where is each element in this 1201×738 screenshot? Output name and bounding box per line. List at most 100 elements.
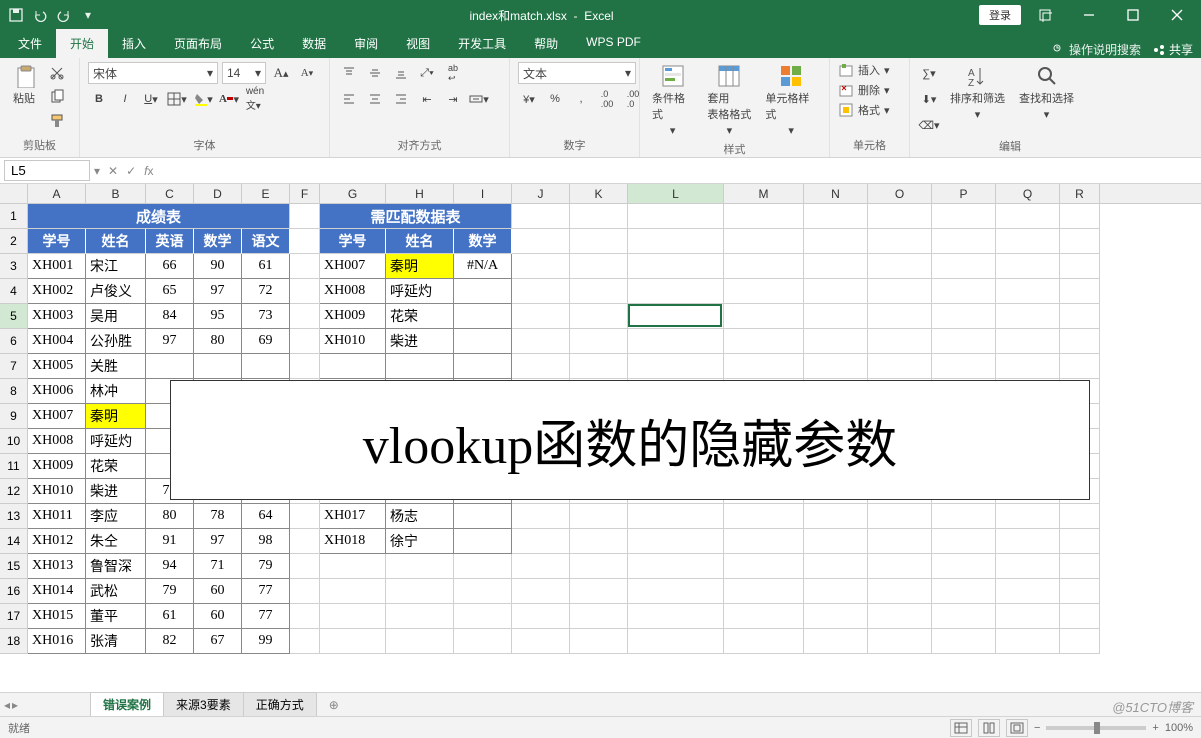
cell[interactable]: 77 [242,579,290,604]
cell[interactable]: XH008 [320,279,386,304]
cell[interactable]: 成绩表 [28,204,290,229]
cell[interactable]: 姓名 [386,229,454,254]
cell[interactable] [1060,354,1100,379]
cell[interactable]: XH007 [320,254,386,279]
cell[interactable]: 97 [194,529,242,554]
cell[interactable] [512,554,570,579]
cell[interactable] [290,329,320,354]
sheet-tab[interactable]: 正确方式 [243,692,317,718]
cell[interactable] [804,554,868,579]
cell[interactable] [570,529,628,554]
cell[interactable]: 语文 [242,229,290,254]
cell[interactable] [996,529,1060,554]
cell[interactable] [320,604,386,629]
row-header[interactable]: 16 [0,579,27,604]
cell[interactable] [242,354,290,379]
increase-font-icon[interactable]: A▴ [270,62,292,84]
cell[interactable] [1060,304,1100,329]
redo-icon[interactable] [56,7,72,23]
cell[interactable] [868,554,932,579]
normal-view-icon[interactable] [950,719,972,737]
cell[interactable] [932,554,996,579]
ribbon-tab-开发工具[interactable]: 开发工具 [444,29,520,58]
cell[interactable] [932,204,996,229]
row-header[interactable]: 9 [0,404,27,429]
cell[interactable] [454,579,512,604]
cell[interactable] [804,304,868,329]
row-header[interactable]: 14 [0,529,27,554]
cell[interactable]: XH009 [320,304,386,329]
cell[interactable] [512,629,570,654]
column-header[interactable]: C [146,184,194,203]
cell[interactable] [996,504,1060,529]
column-header[interactable]: R [1060,184,1100,203]
cell[interactable] [570,629,628,654]
page-break-view-icon[interactable] [1006,719,1028,737]
cancel-formula-icon[interactable]: ✕ [108,164,118,178]
cell[interactable] [454,279,512,304]
cell[interactable] [290,354,320,379]
increase-indent-icon[interactable]: ⇥ [442,88,464,110]
merge-icon[interactable]: ▾ [468,88,490,110]
fx-icon[interactable]: fx [144,164,153,178]
cell[interactable] [724,254,804,279]
cell[interactable] [996,279,1060,304]
cell[interactable]: 95 [194,304,242,329]
cell[interactable] [628,504,724,529]
cell[interactable]: XH017 [320,504,386,529]
sheet-nav-next-icon[interactable]: ▸ [12,698,18,712]
cell[interactable] [932,279,996,304]
cell[interactable]: 67 [194,629,242,654]
column-header[interactable]: A [28,184,86,203]
cell[interactable] [932,529,996,554]
cell[interactable]: 61 [242,254,290,279]
cell[interactable] [868,304,932,329]
ribbon-options-icon[interactable] [1025,0,1065,30]
cell[interactable] [996,629,1060,654]
cell[interactable] [868,629,932,654]
row-header[interactable]: 1 [0,204,27,229]
cell[interactable]: 学号 [28,229,86,254]
cell[interactable] [386,579,454,604]
phonetic-icon[interactable]: wén文▾ [244,88,266,110]
row-header[interactable]: 5 [0,304,27,329]
cell[interactable]: 84 [146,304,194,329]
cell[interactable]: 82 [146,629,194,654]
cell[interactable]: 学号 [320,229,386,254]
autosum-icon[interactable]: ∑▾ [918,62,940,84]
cell[interactable] [724,229,804,254]
cell[interactable] [512,529,570,554]
cell[interactable] [628,529,724,554]
sheet-nav-prev-icon[interactable]: ◂ [4,698,10,712]
column-header[interactable]: B [86,184,146,203]
cell[interactable]: 94 [146,554,194,579]
cell[interactable] [1060,229,1100,254]
currency-icon[interactable]: ¥▾ [518,88,540,110]
align-middle-icon[interactable] [364,62,386,84]
border-icon[interactable]: ▾ [166,88,188,110]
ribbon-tab-页面布局[interactable]: 页面布局 [160,29,236,58]
cell[interactable]: 61 [146,604,194,629]
column-header[interactable]: N [804,184,868,203]
page-layout-view-icon[interactable] [978,719,1000,737]
cell[interactable] [932,604,996,629]
cell[interactable] [804,579,868,604]
cell[interactable]: 呼延灼 [86,429,146,454]
ribbon-tab-数据[interactable]: 数据 [288,29,340,58]
cell[interactable] [996,329,1060,354]
cell[interactable]: 柴进 [86,479,146,504]
cell[interactable]: 花荣 [86,454,146,479]
add-sheet-button[interactable]: ⊕ [322,698,346,712]
cell[interactable] [290,229,320,254]
cell[interactable]: 董平 [86,604,146,629]
enter-formula-icon[interactable]: ✓ [126,164,136,178]
cell[interactable] [628,279,724,304]
cell[interactable] [804,354,868,379]
insert-cells-button[interactable]: 插入 ▾ [838,62,890,78]
name-box[interactable] [4,160,90,181]
cell[interactable] [386,554,454,579]
cell[interactable]: 60 [194,604,242,629]
cell[interactable]: 79 [242,554,290,579]
cell[interactable] [570,204,628,229]
cell[interactable]: 71 [194,554,242,579]
